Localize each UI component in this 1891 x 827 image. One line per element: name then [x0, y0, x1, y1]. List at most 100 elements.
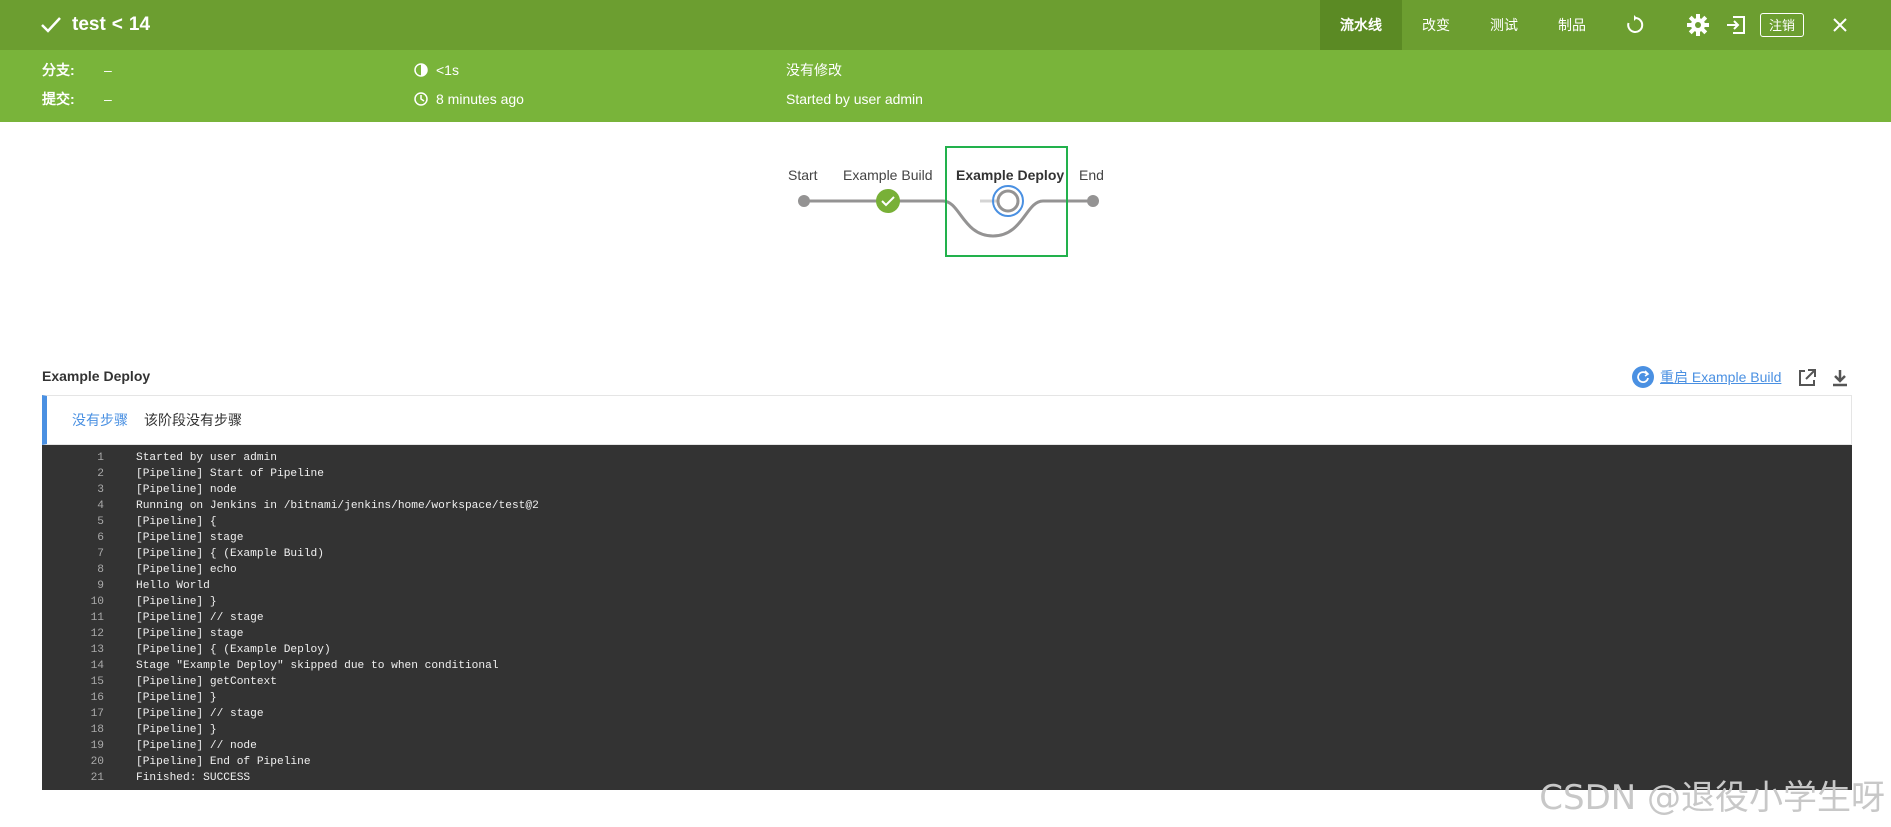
- started-by-text: Started by user admin: [786, 91, 923, 107]
- no-steps-title: 没有步骤: [72, 412, 128, 428]
- run-number: 14: [128, 14, 151, 35]
- replay-icon: [1627, 15, 1644, 33]
- line-number: 20: [90, 756, 104, 768]
- log-line: 15 [Pipeline] getContext: [42, 674, 1852, 690]
- open-log-button[interactable]: [1797, 368, 1817, 393]
- cause-info: Started by user admin: [786, 89, 923, 109]
- log-line: 2 [Pipeline] Start of Pipeline: [42, 466, 1852, 482]
- log-line: 19 [Pipeline] // node: [42, 738, 1852, 754]
- commit-info: 提交: –: [42, 89, 112, 109]
- log-line: 17 [Pipeline] // stage: [42, 706, 1852, 722]
- log-text: [Pipeline] Start of Pipeline: [136, 468, 324, 480]
- tab-changes[interactable]: 改变: [1402, 0, 1470, 50]
- title-separator: <: [111, 14, 123, 35]
- log-text: [Pipeline] End of Pipeline: [136, 756, 311, 768]
- pipeline-name[interactable]: test: [72, 14, 106, 36]
- line-number: 3: [97, 484, 104, 496]
- branch-value: –: [104, 62, 112, 78]
- log-line: 16 [Pipeline] }: [42, 690, 1852, 706]
- line-number: 21: [90, 772, 104, 784]
- changes-info: 没有修改: [786, 60, 842, 80]
- line-number: 18: [90, 724, 104, 736]
- log-text: [Pipeline] // stage: [136, 708, 264, 720]
- commit-value: –: [104, 91, 112, 107]
- restart-label[interactable]: 重启 Example Build: [1660, 367, 1781, 387]
- line-number: 19: [90, 740, 104, 752]
- branch-label: 分支:: [42, 62, 75, 78]
- log-text: [Pipeline] // stage: [136, 612, 264, 624]
- example-build-node[interactable]: [876, 189, 900, 213]
- log-text: [Pipeline] // node: [136, 740, 257, 752]
- log-text: [Pipeline] { (Example Build): [136, 548, 324, 560]
- log-text: [Pipeline] }: [136, 692, 217, 704]
- log-line: 5 [Pipeline] {: [42, 514, 1852, 530]
- clock-icon: [414, 92, 428, 106]
- line-number: 4: [97, 500, 104, 512]
- line-number: 15: [90, 676, 104, 688]
- end-node: [1087, 195, 1099, 207]
- log-text: [Pipeline] { (Example Deploy): [136, 644, 331, 656]
- line-number: 2: [97, 468, 104, 480]
- log-line: 4 Running on Jenkins in /bitnami/jenkins/…: [42, 498, 1852, 514]
- log-line: 9 Hello World: [42, 578, 1852, 594]
- log-line: 10 [Pipeline] }: [42, 594, 1852, 610]
- log-text: Hello World: [136, 580, 210, 592]
- logout-button[interactable]: 注销: [1760, 13, 1804, 37]
- log-line: 6 [Pipeline] stage: [42, 530, 1852, 546]
- run-title: test < 14: [40, 0, 150, 50]
- exit-icon: [1727, 16, 1745, 34]
- log-line: 7 [Pipeline] { (Example Build): [42, 546, 1852, 562]
- run-tabs: 流水线 改变 测试 制品: [1320, 0, 1606, 50]
- log-line: 13 [Pipeline] { (Example Deploy): [42, 642, 1852, 658]
- duration-icon: [414, 63, 428, 77]
- settings-button[interactable]: [1683, 0, 1713, 50]
- selected-stage-highlight: [945, 146, 1068, 257]
- log-line: 1 Started by user admin: [42, 450, 1852, 466]
- commit-label: 提交:: [42, 91, 75, 107]
- restart-stage-link[interactable]: 重启 Example Build: [1632, 366, 1781, 388]
- close-button[interactable]: [1825, 0, 1855, 50]
- duration-value: <1s: [436, 62, 459, 78]
- log-text: [Pipeline] stage: [136, 628, 244, 640]
- open-classic-button[interactable]: [1721, 0, 1751, 50]
- log-text: Started by user admin: [136, 452, 277, 464]
- line-number: 12: [90, 628, 104, 640]
- line-number: 6: [97, 532, 104, 544]
- gear-icon: [1687, 14, 1709, 36]
- line-number: 5: [97, 516, 104, 528]
- log-text: [Pipeline] echo: [136, 564, 237, 576]
- rerun-button[interactable]: [1620, 0, 1650, 50]
- log-line: 14 Stage "Example Deploy" skipped due to …: [42, 658, 1852, 674]
- run-info-bar: 分支: – 提交: – <1s 8 minutes ago 没有修改 Start…: [0, 50, 1891, 122]
- line-number: 16: [90, 692, 104, 704]
- log-text: [Pipeline] }: [136, 724, 217, 736]
- log-text: [Pipeline] {: [136, 516, 217, 528]
- console-log[interactable]: 1 Started by user admin 2 [Pipeline] Start…: [42, 445, 1852, 790]
- log-line: 20 [Pipeline] End of Pipeline: [42, 754, 1852, 770]
- line-number: 8: [97, 564, 104, 576]
- changes-text: 没有修改: [786, 62, 842, 78]
- line-number: 10: [90, 596, 104, 608]
- download-log-button[interactable]: [1830, 368, 1850, 393]
- branch-info: 分支: –: [42, 60, 112, 80]
- download-icon: [1833, 370, 1847, 387]
- start-node: [798, 195, 810, 207]
- restart-icon: [1632, 366, 1654, 388]
- log-text: [Pipeline] stage: [136, 532, 244, 544]
- top-bar: test < 14 流水线 改变 测试 制品 注销: [0, 0, 1891, 50]
- tab-artifacts[interactable]: 制品: [1538, 0, 1606, 50]
- log-line: 18 [Pipeline] }: [42, 722, 1852, 738]
- external-link-icon: [1799, 369, 1816, 386]
- no-steps-panel: 没有步骤 该阶段没有步骤: [42, 395, 1852, 445]
- line-number: 14: [90, 660, 104, 672]
- tab-pipeline[interactable]: 流水线: [1320, 0, 1402, 50]
- log-line: 11 [Pipeline] // stage: [42, 610, 1852, 626]
- line-number: 7: [97, 548, 104, 560]
- line-number: 17: [90, 708, 104, 720]
- log-line: 3 [Pipeline] node: [42, 482, 1852, 498]
- log-line: 12 [Pipeline] stage: [42, 626, 1852, 642]
- started-ago: 8 minutes ago: [436, 91, 524, 107]
- tab-tests[interactable]: 测试: [1470, 0, 1538, 50]
- log-text: Running on Jenkins in /bitnami/jenkins/h…: [136, 500, 539, 512]
- started-info: 8 minutes ago: [414, 89, 524, 109]
